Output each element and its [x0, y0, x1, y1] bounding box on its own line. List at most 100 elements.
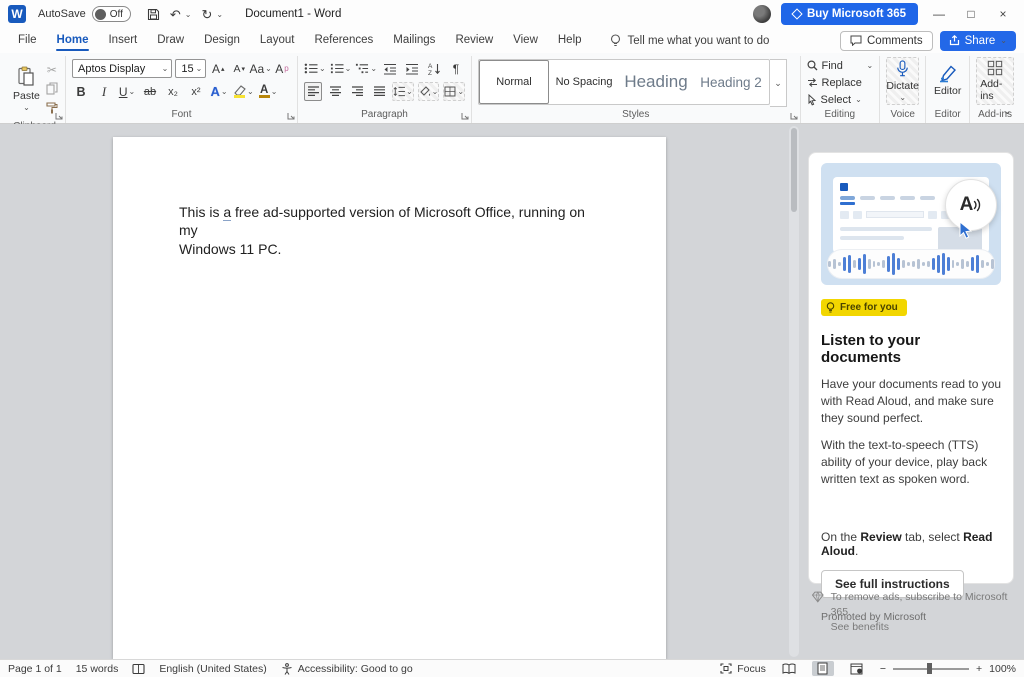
subscript-button[interactable]: x₂: [164, 82, 182, 101]
font-color-button[interactable]: A ⌄: [259, 82, 278, 101]
tab-insert[interactable]: Insert: [98, 30, 147, 51]
font-size-combo[interactable]: 15 ⌄: [175, 59, 206, 78]
find-button[interactable]: Find ⌄: [807, 58, 874, 73]
minimize-button[interactable]: —: [928, 7, 950, 21]
redo-button[interactable]: ↻: [201, 8, 212, 21]
note-text-2: tab, select: [902, 530, 963, 544]
align-center-button[interactable]: [326, 82, 344, 101]
print-layout-button[interactable]: [812, 661, 834, 676]
tab-review[interactable]: Review: [445, 30, 503, 51]
borders-button[interactable]: ⌄: [443, 82, 465, 101]
tab-home[interactable]: Home: [47, 30, 99, 51]
align-left-button[interactable]: [304, 82, 322, 101]
tab-view[interactable]: View: [503, 30, 548, 51]
clipboard-dialog-launcher[interactable]: [55, 112, 63, 120]
clear-formatting-button[interactable]: Ap: [273, 59, 291, 78]
sort-button[interactable]: AZ: [425, 59, 443, 78]
change-case-button[interactable]: Aa⌄: [251, 59, 270, 78]
user-avatar[interactable]: [753, 5, 771, 23]
word-count[interactable]: 15 words: [76, 663, 119, 675]
strikethrough-button[interactable]: ab: [141, 82, 159, 101]
group-addins: Add-ins Add-ins: [970, 56, 1020, 123]
accessibility-status[interactable]: Accessibility: Good to go: [281, 663, 413, 675]
web-layout-button[interactable]: [846, 661, 868, 676]
zoom-slider[interactable]: [893, 668, 969, 670]
focus-mode-button[interactable]: Focus: [720, 663, 766, 675]
underline-button[interactable]: U⌄: [118, 82, 136, 101]
copy-button[interactable]: [43, 79, 61, 98]
comment-icon: [850, 35, 862, 46]
multilevel-list-button[interactable]: ⌄: [355, 59, 377, 78]
select-button[interactable]: Select ⌄: [807, 92, 874, 107]
zoom-slider-thumb[interactable]: [927, 663, 932, 674]
increase-indent-button[interactable]: [403, 59, 421, 78]
tell-me-search[interactable]: Tell me what you want to do: [610, 34, 770, 48]
save-button[interactable]: [147, 8, 160, 21]
numbering-button[interactable]: ⌄: [330, 59, 352, 78]
tab-help[interactable]: Help: [548, 30, 592, 51]
addins-button[interactable]: Add-ins: [976, 57, 1014, 105]
tab-references[interactable]: References: [304, 30, 383, 51]
superscript-button[interactable]: x²: [187, 82, 205, 101]
justify-button[interactable]: [370, 82, 388, 101]
styles-more-button[interactable]: ⌄: [770, 59, 787, 107]
paragraph-dialog-launcher[interactable]: [461, 112, 469, 120]
highlight-button[interactable]: ⌄: [233, 82, 254, 101]
style-heading-2[interactable]: Heading 2: [693, 60, 769, 104]
line-spacing-button[interactable]: ⌄: [392, 82, 414, 101]
zoom-out-button[interactable]: −: [880, 663, 886, 675]
select-label: Select: [821, 94, 852, 106]
editor-icon: [938, 65, 957, 83]
comments-button[interactable]: Comments: [840, 31, 933, 51]
buy-microsoft-365-button[interactable]: Buy Microsoft 365: [781, 3, 918, 25]
language-indicator[interactable]: English (United States): [159, 663, 266, 675]
see-benefits-link[interactable]: See benefits: [831, 621, 889, 633]
style-no-spacing[interactable]: No Spacing: [549, 60, 619, 104]
tab-draw[interactable]: Draw: [147, 30, 194, 51]
editor-button[interactable]: Editor: [932, 57, 963, 105]
tab-layout[interactable]: Layout: [250, 30, 305, 51]
font-name-combo[interactable]: Aptos Display ⌄: [72, 59, 172, 78]
tab-file[interactable]: File: [8, 30, 47, 51]
share-button[interactable]: Share ⌄: [940, 31, 1016, 51]
word-app-icon[interactable]: W: [8, 5, 26, 23]
undo-button[interactable]: ↶: [170, 8, 181, 21]
cut-button[interactable]: ✂: [43, 60, 61, 79]
zoom-level[interactable]: 100%: [989, 663, 1016, 675]
note-text-3: .: [855, 544, 858, 558]
document-page[interactable]: This is a free ad-supported version of M…: [113, 137, 666, 659]
style-heading-1[interactable]: Heading: [619, 60, 693, 104]
close-button[interactable]: ×: [992, 7, 1014, 21]
page-indicator[interactable]: Page 1 of 1: [8, 663, 62, 675]
dictate-button[interactable]: Dictate ⌄: [886, 57, 919, 105]
replace-button[interactable]: Replace: [807, 75, 874, 90]
tab-mailings[interactable]: Mailings: [383, 30, 445, 51]
tab-design[interactable]: Design: [194, 30, 250, 51]
quick-access-toolbar: ↶ ⌄ ↻ ⌄: [147, 8, 223, 21]
italic-button[interactable]: I: [95, 82, 113, 101]
decrease-indent-button[interactable]: [381, 59, 399, 78]
voice-group-label: Voice: [886, 108, 919, 123]
bold-button[interactable]: B: [72, 82, 90, 101]
grow-font-button[interactable]: A▴: [209, 59, 227, 78]
vertical-scrollbar[interactable]: [789, 126, 799, 657]
autosave-toggle[interactable]: Off: [92, 6, 131, 22]
style-normal[interactable]: Normal: [479, 60, 549, 104]
proofing-status-icon[interactable]: [132, 663, 145, 675]
shrink-font-button[interactable]: A▾: [230, 59, 248, 78]
text-effects-button[interactable]: A⌄: [210, 82, 228, 101]
collapse-ribbon-icon[interactable]: ⌄: [1003, 104, 1012, 117]
scrollbar-thumb[interactable]: [791, 128, 797, 212]
undo-dropdown-icon[interactable]: ⌄: [185, 10, 192, 19]
shading-button[interactable]: ⌄: [418, 82, 440, 101]
qat-customize-icon[interactable]: ⌄: [216, 10, 223, 19]
paste-button[interactable]: Paste ⌄: [10, 57, 43, 120]
show-hide-marks-button[interactable]: ¶: [447, 59, 465, 78]
read-mode-button[interactable]: [778, 661, 800, 676]
font-dialog-launcher[interactable]: [287, 112, 295, 120]
align-right-button[interactable]: [348, 82, 366, 101]
styles-dialog-launcher[interactable]: [790, 112, 798, 120]
zoom-in-button[interactable]: +: [976, 663, 982, 675]
bullets-button[interactable]: ⌄: [304, 59, 326, 78]
maximize-button[interactable]: □: [960, 7, 982, 21]
